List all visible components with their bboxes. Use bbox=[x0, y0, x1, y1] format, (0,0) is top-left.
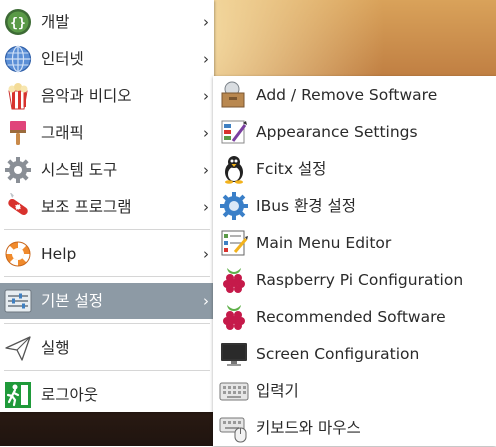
settings-sliders-icon bbox=[4, 287, 32, 315]
monitor-icon bbox=[219, 339, 249, 369]
submenu-item-raspberry-pi-configuration[interactable]: Raspberry Pi Configuration bbox=[213, 262, 496, 299]
keyboard-icon bbox=[219, 376, 249, 406]
package-box-icon bbox=[219, 80, 249, 110]
submenu-item-label: Recommended Software bbox=[256, 308, 446, 326]
submenu-item-label: Add / Remove Software bbox=[256, 86, 438, 104]
blue-gear-icon bbox=[219, 191, 249, 221]
penguin-icon bbox=[219, 154, 249, 184]
submenu-arrow-icon: › bbox=[203, 245, 209, 263]
menu-separator bbox=[4, 370, 210, 371]
menu-item-label: 음악과 비디오 bbox=[41, 87, 132, 105]
submenu-arrow-icon: › bbox=[203, 161, 209, 179]
code-braces-icon: {} bbox=[4, 8, 32, 36]
menu-item-label: 그래픽 bbox=[41, 124, 84, 142]
submenu-item-label: Appearance Settings bbox=[256, 123, 418, 141]
submenu-item-label: Screen Configuration bbox=[256, 345, 420, 363]
menu-item-label: 개발 bbox=[41, 13, 70, 31]
menu-item-internet[interactable]: 인터넷 › bbox=[0, 41, 214, 77]
menu-item-label: 보조 프로그램 bbox=[41, 198, 132, 216]
submenu-arrow-icon: › bbox=[203, 87, 209, 105]
paintbrush-icon bbox=[4, 119, 32, 147]
menu-editor-icon bbox=[219, 228, 249, 258]
color-swatches-icon bbox=[219, 117, 249, 147]
submenu-item-label: 입력기 bbox=[256, 382, 299, 400]
submenu-item-label: Main Menu Editor bbox=[256, 234, 392, 252]
menu-item-development[interactable]: {} 개발 › bbox=[0, 4, 214, 40]
menu-item-run[interactable]: 실행 bbox=[0, 330, 214, 366]
keyboard-mouse-icon bbox=[219, 413, 249, 443]
submenu-item-label: IBus 환경 설정 bbox=[256, 197, 356, 215]
lifebuoy-icon bbox=[4, 240, 32, 268]
raspberry-icon bbox=[219, 265, 249, 295]
gear-icon bbox=[4, 156, 32, 184]
submenu-item-label: Fcitx 설정 bbox=[256, 160, 327, 178]
menu-item-label: 기본 설정 bbox=[41, 292, 103, 310]
submenu-item-appearance-settings[interactable]: Appearance Settings bbox=[213, 114, 496, 151]
submenu-item-ibus-preferences[interactable]: IBus 환경 설정 bbox=[213, 188, 496, 225]
submenu-item-screen-configuration[interactable]: Screen Configuration bbox=[213, 336, 496, 373]
menu-separator bbox=[4, 276, 210, 277]
menu-separator bbox=[4, 229, 210, 230]
menu-item-label: 시스템 도구 bbox=[41, 161, 118, 179]
menu-item-label: 실행 bbox=[41, 339, 70, 357]
menu-item-label: Help bbox=[41, 245, 77, 263]
menu-item-label: 인터넷 bbox=[41, 50, 84, 68]
main-menu: {} 개발 › 인터넷 › 음악과 비디오 › 그래픽 › 시스템 도구 › 보… bbox=[0, 0, 214, 412]
submenu-arrow-icon: › bbox=[203, 124, 209, 142]
submenu-item-add-remove-software[interactable]: Add / Remove Software bbox=[213, 77, 496, 114]
globe-icon bbox=[4, 45, 32, 73]
menu-item-help[interactable]: Help › bbox=[0, 236, 214, 272]
popcorn-icon bbox=[4, 82, 32, 110]
submenu-item-keyboard-and-mouse[interactable]: 키보드와 마우스 bbox=[213, 410, 496, 447]
raspberry-icon bbox=[219, 302, 249, 332]
submenu-arrow-icon: › bbox=[203, 292, 209, 310]
submenu-item-input-method[interactable]: 입력기 bbox=[213, 373, 496, 410]
submenu-item-recommended-software[interactable]: Recommended Software bbox=[213, 299, 496, 336]
submenu-item-main-menu-editor[interactable]: Main Menu Editor bbox=[213, 225, 496, 262]
menu-item-accessories[interactable]: 보조 프로그램 › bbox=[0, 189, 214, 225]
menu-item-graphics[interactable]: 그래픽 › bbox=[0, 115, 214, 151]
menu-item-music-video[interactable]: 음악과 비디오 › bbox=[0, 78, 214, 114]
svg-text:{}: {} bbox=[10, 16, 26, 31]
menu-item-system-tools[interactable]: 시스템 도구 › bbox=[0, 152, 214, 188]
submenu-item-label: Raspberry Pi Configuration bbox=[256, 271, 464, 289]
preferences-submenu: Add / Remove Software Appearance Setting… bbox=[213, 76, 496, 446]
menu-separator bbox=[4, 323, 210, 324]
exit-running-man-icon bbox=[4, 381, 32, 409]
menu-item-preferences[interactable]: 기본 설정 › bbox=[0, 283, 214, 319]
submenu-arrow-icon: › bbox=[203, 50, 209, 68]
swiss-knife-icon bbox=[4, 193, 32, 221]
submenu-arrow-icon: › bbox=[203, 198, 209, 216]
paper-plane-icon bbox=[4, 334, 32, 362]
submenu-item-label: 키보드와 마우스 bbox=[256, 419, 361, 437]
submenu-arrow-icon: › bbox=[203, 13, 209, 31]
submenu-item-fcitx-settings[interactable]: Fcitx 설정 bbox=[213, 151, 496, 188]
menu-item-label: 로그아웃 bbox=[41, 386, 99, 404]
menu-item-logout[interactable]: 로그아웃 bbox=[0, 377, 214, 413]
